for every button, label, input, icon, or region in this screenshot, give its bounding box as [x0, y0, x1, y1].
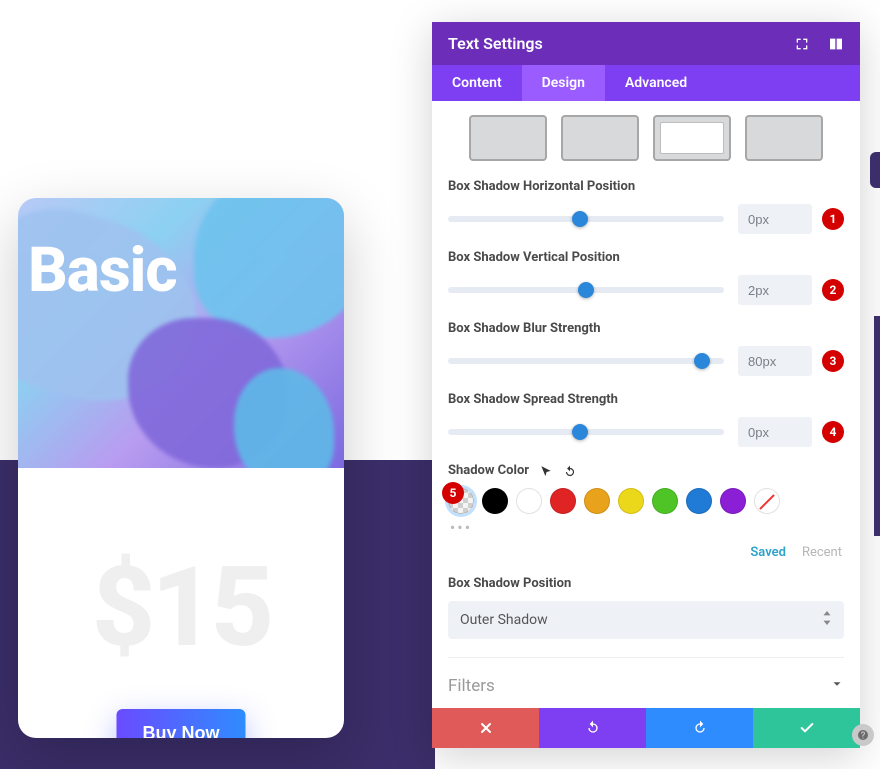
input-shadow-blur[interactable]: [738, 346, 812, 376]
panel-footer: [432, 708, 860, 748]
field-label: Box Shadow Vertical Position: [448, 250, 844, 265]
tab-advanced[interactable]: Advanced: [605, 65, 707, 101]
color-swatch[interactable]: [720, 488, 746, 514]
field-shadow-h: Box Shadow Horizontal Position 1: [448, 179, 844, 234]
cancel-button[interactable]: [432, 708, 539, 748]
tab-content[interactable]: Content: [432, 65, 522, 101]
settings-panel: Text Settings Content Design Advanced Bo…: [432, 22, 860, 748]
save-button[interactable]: [753, 708, 860, 748]
panel-header[interactable]: Text Settings: [432, 22, 860, 65]
field-shadow-v: Box Shadow Vertical Position 2: [448, 250, 844, 305]
side-indicator: [874, 316, 880, 536]
tab-design[interactable]: Design: [522, 65, 605, 101]
slider-shadow-v[interactable]: [448, 287, 724, 293]
field-label: Box Shadow Spread Strength: [448, 392, 844, 407]
chevron-down-icon: [830, 676, 844, 696]
help-icon[interactable]: [852, 724, 874, 746]
panel-title: Text Settings: [448, 34, 543, 53]
annotation-marker: 5: [442, 482, 464, 504]
color-swatches: 5: [448, 488, 844, 514]
field-label: Shadow Color: [448, 463, 529, 478]
recent-tab[interactable]: Recent: [802, 545, 842, 560]
accordion-label: Filters: [448, 676, 495, 696]
color-swatch[interactable]: [584, 488, 610, 514]
field-shadow-blur: Box Shadow Blur Strength 3: [448, 321, 844, 376]
cursor-icon[interactable]: [539, 464, 553, 478]
slider-shadow-blur[interactable]: [448, 358, 724, 364]
reset-icon[interactable]: [563, 464, 577, 478]
select-shadow-position[interactable]: Outer Shadow: [448, 601, 844, 639]
card-hero: Basic: [18, 198, 344, 468]
shadow-preset-option[interactable]: [469, 115, 547, 161]
slider-shadow-spread[interactable]: [448, 429, 724, 435]
color-swatch[interactable]: [482, 488, 508, 514]
field-label: Box Shadow Blur Strength: [448, 321, 844, 336]
annotation-marker: 3: [822, 350, 844, 372]
color-swatch[interactable]: [686, 488, 712, 514]
field-shadow-color: Shadow Color 5 ••• S: [448, 463, 844, 560]
annotation-marker: 2: [822, 279, 844, 301]
color-swatch[interactable]: [652, 488, 678, 514]
panel-body: Box Shadow Horizontal Position 1 Box Sha…: [432, 101, 860, 708]
input-shadow-spread[interactable]: [738, 417, 812, 447]
preview-canvas: Basic Buy Now $15: [0, 0, 435, 769]
input-shadow-h[interactable]: [738, 204, 812, 234]
shadow-preset-option[interactable]: [745, 115, 823, 161]
color-swatch[interactable]: [516, 488, 542, 514]
input-shadow-v[interactable]: [738, 275, 812, 305]
redo-button[interactable]: [646, 708, 753, 748]
panel-tabs: Content Design Advanced: [432, 65, 860, 101]
field-label: Box Shadow Horizontal Position: [448, 179, 844, 194]
shadow-preset-option[interactable]: [561, 115, 639, 161]
saved-tab[interactable]: Saved: [750, 545, 786, 560]
field-shadow-spread: Box Shadow Spread Strength 4: [448, 392, 844, 447]
undo-button[interactable]: [539, 708, 646, 748]
color-swatch[interactable]: [550, 488, 576, 514]
field-label: Box Shadow Position: [448, 576, 844, 591]
select-caret-icon: [822, 611, 832, 629]
pricing-card: Basic Buy Now $15: [18, 198, 344, 738]
columns-icon[interactable]: [828, 36, 844, 52]
card-price: $15: [18, 543, 344, 672]
accordion-filters[interactable]: Filters: [448, 657, 844, 708]
card-title: Basic: [28, 234, 177, 307]
color-swatch-none[interactable]: [754, 488, 780, 514]
shadow-preset-option[interactable]: [653, 115, 731, 161]
annotation-marker: 4: [822, 421, 844, 443]
expand-icon[interactable]: [794, 36, 810, 52]
annotation-marker: 1: [822, 208, 844, 230]
buy-now-button[interactable]: Buy Now: [116, 709, 245, 738]
color-swatch[interactable]: [618, 488, 644, 514]
side-handle[interactable]: [870, 152, 880, 188]
shadow-presets: [448, 115, 844, 161]
more-swatches-icon[interactable]: •••: [448, 518, 474, 537]
slider-shadow-h[interactable]: [448, 216, 724, 222]
select-value: Outer Shadow: [460, 612, 548, 628]
field-shadow-position: Box Shadow Position Outer Shadow: [448, 576, 844, 639]
